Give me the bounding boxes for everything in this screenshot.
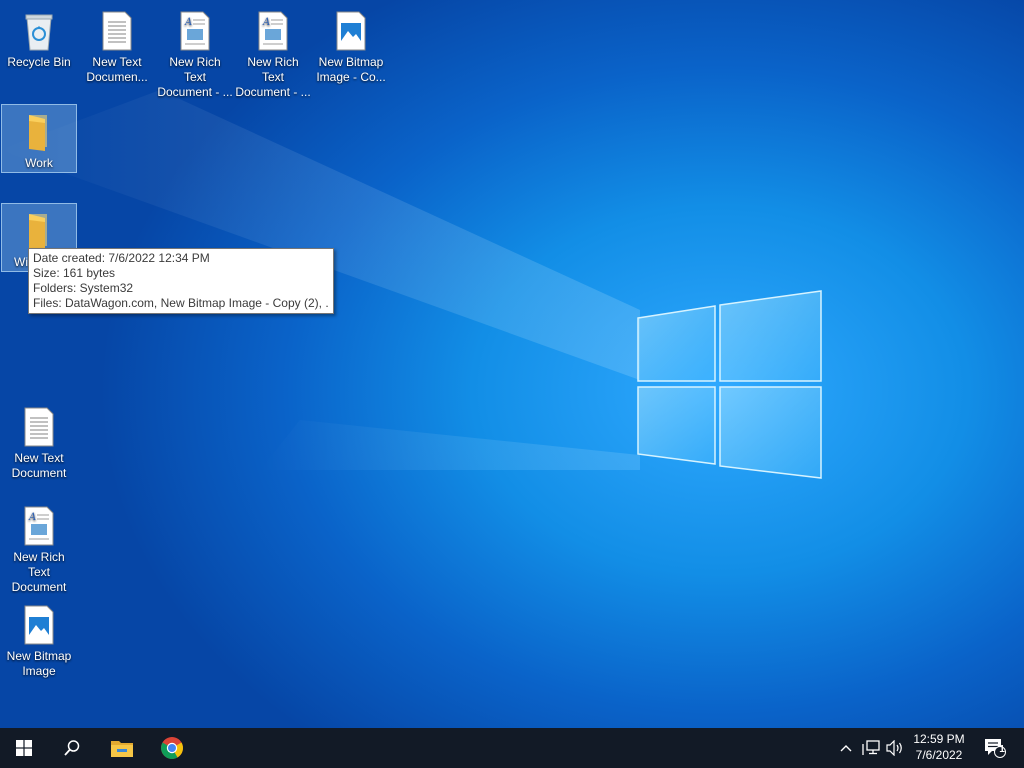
text-document-icon bbox=[24, 407, 54, 447]
desktop-icon-label: New Rich Text Document bbox=[11, 550, 67, 594]
speaker-icon bbox=[886, 740, 902, 756]
taskbar: 12:59 PM 7/6/2022 1 bbox=[0, 728, 1024, 768]
bitmap-image-icon bbox=[24, 605, 54, 645]
tooltip-date-created: Date created: 7/6/2022 12:34 PM bbox=[33, 251, 210, 265]
desktop-icon-label: New Rich Text Document - ... bbox=[235, 55, 311, 99]
desktop-icon-label: New Text Document bbox=[11, 451, 67, 480]
rich-text-document-icon: A bbox=[24, 506, 54, 546]
folder-info-tooltip: Date created: 7/6/2022 12:34 PM Size: 16… bbox=[28, 248, 334, 314]
volume-button[interactable] bbox=[884, 728, 906, 768]
desktop-icon-label: Work bbox=[25, 156, 53, 170]
desktop-icon-new-text-document-1[interactable]: New Text Documen... bbox=[79, 4, 155, 85]
desktop-icon-new-rich-text-document-1[interactable]: A New Rich Text Document - ... bbox=[157, 4, 233, 100]
desktop-icon-new-bitmap-image[interactable]: New Bitmap Image bbox=[1, 598, 77, 679]
search-button[interactable] bbox=[48, 728, 96, 768]
clock-date: 7/6/2022 bbox=[915, 748, 963, 762]
recycle-bin-icon bbox=[25, 14, 53, 51]
desktop-icon-label: New Bitmap Image - Co... bbox=[316, 55, 386, 84]
desktop-icon-label: Recycle Bin bbox=[7, 55, 71, 69]
notification-count-badge: 1 bbox=[999, 744, 1005, 755]
folder-icon bbox=[29, 115, 47, 151]
taskbar-clock[interactable]: 12:59 PM 7/6/2022 bbox=[904, 731, 974, 763]
file-explorer-icon bbox=[111, 741, 133, 757]
windows-start-icon bbox=[16, 740, 32, 756]
file-explorer-button[interactable] bbox=[98, 728, 146, 768]
desktop-icon-new-rich-text-document-2[interactable]: A New Rich Text Document - ... bbox=[235, 4, 311, 100]
chrome-icon bbox=[161, 737, 183, 759]
tooltip-files: Files: DataWagon.com, New Bitmap Image -… bbox=[33, 296, 329, 310]
desktop-icon-new-rich-text-document-3[interactable]: A New Rich Text Document bbox=[1, 499, 77, 595]
chevron-up-icon bbox=[840, 745, 852, 752]
desktop-icon-new-bitmap-image-copy[interactable]: New Bitmap Image - Co... bbox=[313, 4, 389, 85]
desktop-icon-new-text-document-2[interactable]: New Text Document bbox=[1, 400, 77, 481]
windows-logo bbox=[637, 290, 822, 479]
network-icon bbox=[862, 740, 880, 755]
rich-text-document-icon: A bbox=[180, 11, 210, 51]
tooltip-size: Size: 161 bytes bbox=[33, 266, 116, 280]
desktop-icon-recycle-bin[interactable]: Recycle Bin bbox=[1, 4, 77, 70]
clock-time: 12:59 PM bbox=[913, 732, 965, 746]
show-hidden-icons-button[interactable] bbox=[836, 728, 856, 768]
folder-icon bbox=[29, 214, 47, 250]
svg-text:A: A bbox=[262, 17, 270, 28]
tooltip-folders: Folders: System32 bbox=[33, 281, 134, 295]
bitmap-image-icon bbox=[336, 11, 366, 51]
svg-text:A: A bbox=[184, 17, 192, 28]
desktop-wallpaper bbox=[0, 90, 822, 479]
chrome-button[interactable] bbox=[148, 728, 196, 768]
rich-text-document-icon: A bbox=[258, 11, 288, 51]
network-button[interactable] bbox=[859, 728, 883, 768]
search-icon bbox=[64, 740, 80, 756]
desktop-icon-label: New Bitmap Image bbox=[6, 649, 72, 678]
desktop-icon-label: New Text Documen... bbox=[86, 55, 148, 84]
svg-text:A: A bbox=[28, 512, 36, 523]
text-document-icon bbox=[102, 11, 132, 51]
start-button[interactable] bbox=[0, 728, 48, 768]
desktop-icon-work-folder[interactable]: Work bbox=[1, 104, 77, 173]
desktop-icon-label: New Rich Text Document - ... bbox=[157, 55, 233, 99]
action-center-button[interactable]: 1 bbox=[978, 728, 1012, 768]
